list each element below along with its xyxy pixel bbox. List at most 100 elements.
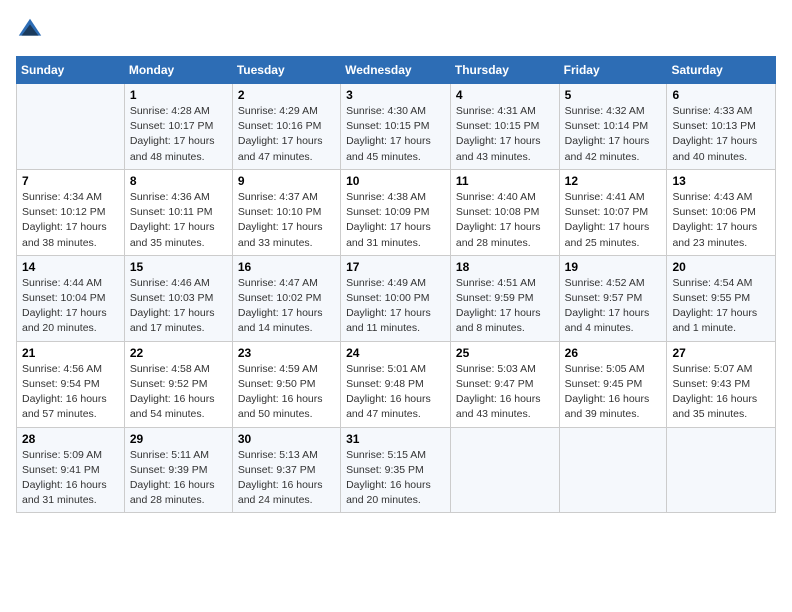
calendar-cell: 9 Sunrise: 4:37 AM Sunset: 10:10 PM Dayli… bbox=[232, 169, 340, 255]
day-info: Sunrise: 4:36 AM Sunset: 10:11 PM Daylig… bbox=[130, 190, 227, 251]
calendar-cell bbox=[559, 427, 667, 513]
day-info: Sunrise: 4:37 AM Sunset: 10:10 PM Daylig… bbox=[238, 190, 335, 251]
calendar-cell: 11 Sunrise: 4:40 AM Sunset: 10:08 PM Dayl… bbox=[450, 169, 559, 255]
day-info: Sunrise: 4:59 AM Sunset: 9:50 PM Dayligh… bbox=[238, 362, 335, 423]
calendar-cell: 24 Sunrise: 5:01 AM Sunset: 9:48 PM Dayli… bbox=[341, 341, 451, 427]
day-number: 22 bbox=[130, 346, 227, 360]
day-number: 25 bbox=[456, 346, 554, 360]
calendar-cell: 30 Sunrise: 5:13 AM Sunset: 9:37 PM Dayli… bbox=[232, 427, 340, 513]
day-number: 24 bbox=[346, 346, 445, 360]
day-number: 13 bbox=[672, 174, 770, 188]
calendar-cell: 7 Sunrise: 4:34 AM Sunset: 10:12 PM Dayli… bbox=[17, 169, 125, 255]
day-number: 2 bbox=[238, 88, 335, 102]
day-number: 27 bbox=[672, 346, 770, 360]
day-number: 29 bbox=[130, 432, 227, 446]
day-info: Sunrise: 4:44 AM Sunset: 10:04 PM Daylig… bbox=[22, 276, 119, 337]
day-info: Sunrise: 4:49 AM Sunset: 10:00 PM Daylig… bbox=[346, 276, 445, 337]
day-number: 1 bbox=[130, 88, 227, 102]
day-info: Sunrise: 4:28 AM Sunset: 10:17 PM Daylig… bbox=[130, 104, 227, 165]
weekday-header: Monday bbox=[124, 57, 232, 84]
day-info: Sunrise: 4:30 AM Sunset: 10:15 PM Daylig… bbox=[346, 104, 445, 165]
day-number: 19 bbox=[565, 260, 662, 274]
day-info: Sunrise: 5:13 AM Sunset: 9:37 PM Dayligh… bbox=[238, 448, 335, 509]
day-number: 12 bbox=[565, 174, 662, 188]
weekday-header-row: SundayMondayTuesdayWednesdayThursdayFrid… bbox=[17, 57, 776, 84]
day-info: Sunrise: 4:46 AM Sunset: 10:03 PM Daylig… bbox=[130, 276, 227, 337]
day-info: Sunrise: 4:41 AM Sunset: 10:07 PM Daylig… bbox=[565, 190, 662, 251]
calendar-cell: 16 Sunrise: 4:47 AM Sunset: 10:02 PM Dayl… bbox=[232, 255, 340, 341]
calendar-cell: 29 Sunrise: 5:11 AM Sunset: 9:39 PM Dayli… bbox=[124, 427, 232, 513]
day-info: Sunrise: 5:01 AM Sunset: 9:48 PM Dayligh… bbox=[346, 362, 445, 423]
day-number: 9 bbox=[238, 174, 335, 188]
calendar-cell: 5 Sunrise: 4:32 AM Sunset: 10:14 PM Dayli… bbox=[559, 84, 667, 170]
weekday-header: Sunday bbox=[17, 57, 125, 84]
weekday-header: Thursday bbox=[450, 57, 559, 84]
calendar-cell bbox=[17, 84, 125, 170]
day-number: 7 bbox=[22, 174, 119, 188]
calendar-cell: 18Sunrise: 4:51 AM Sunset: 9:59 PM Dayli… bbox=[450, 255, 559, 341]
day-number: 10 bbox=[346, 174, 445, 188]
calendar-week-row: 14 Sunrise: 4:44 AM Sunset: 10:04 PM Dayl… bbox=[17, 255, 776, 341]
day-info: Sunrise: 5:09 AM Sunset: 9:41 PM Dayligh… bbox=[22, 448, 119, 509]
day-info: Sunrise: 4:29 AM Sunset: 10:16 PM Daylig… bbox=[238, 104, 335, 165]
day-info: Sunrise: 4:31 AM Sunset: 10:15 PM Daylig… bbox=[456, 104, 554, 165]
calendar-cell: 10 Sunrise: 4:38 AM Sunset: 10:09 PM Dayl… bbox=[341, 169, 451, 255]
day-number: 20 bbox=[672, 260, 770, 274]
calendar-cell: 4 Sunrise: 4:31 AM Sunset: 10:15 PM Dayli… bbox=[450, 84, 559, 170]
calendar-week-row: 1 Sunrise: 4:28 AM Sunset: 10:17 PM Dayli… bbox=[17, 84, 776, 170]
day-number: 16 bbox=[238, 260, 335, 274]
day-info: Sunrise: 4:33 AM Sunset: 10:13 PM Daylig… bbox=[672, 104, 770, 165]
day-number: 5 bbox=[565, 88, 662, 102]
day-info: Sunrise: 5:05 AM Sunset: 9:45 PM Dayligh… bbox=[565, 362, 662, 423]
calendar-cell: 27 Sunrise: 5:07 AM Sunset: 9:43 PM Dayli… bbox=[667, 341, 776, 427]
day-number: 14 bbox=[22, 260, 119, 274]
weekday-header: Wednesday bbox=[341, 57, 451, 84]
calendar-cell: 25Sunrise: 5:03 AM Sunset: 9:47 PM Dayli… bbox=[450, 341, 559, 427]
day-number: 23 bbox=[238, 346, 335, 360]
calendar-cell: 12 Sunrise: 4:41 AM Sunset: 10:07 PM Dayl… bbox=[559, 169, 667, 255]
calendar-cell: 19 Sunrise: 4:52 AM Sunset: 9:57 PM Dayli… bbox=[559, 255, 667, 341]
page-header bbox=[16, 16, 776, 44]
calendar-week-row: 21Sunrise: 4:56 AM Sunset: 9:54 PM Dayli… bbox=[17, 341, 776, 427]
weekday-header: Saturday bbox=[667, 57, 776, 84]
day-info: Sunrise: 4:54 AM Sunset: 9:55 PM Dayligh… bbox=[672, 276, 770, 337]
day-number: 26 bbox=[565, 346, 662, 360]
day-number: 4 bbox=[456, 88, 554, 102]
calendar-table: SundayMondayTuesdayWednesdayThursdayFrid… bbox=[16, 56, 776, 513]
day-info: Sunrise: 4:47 AM Sunset: 10:02 PM Daylig… bbox=[238, 276, 335, 337]
day-number: 31 bbox=[346, 432, 445, 446]
calendar-cell: 20 Sunrise: 4:54 AM Sunset: 9:55 PM Dayli… bbox=[667, 255, 776, 341]
calendar-cell: 17Sunrise: 4:49 AM Sunset: 10:00 PM Dayl… bbox=[341, 255, 451, 341]
day-number: 6 bbox=[672, 88, 770, 102]
day-number: 30 bbox=[238, 432, 335, 446]
calendar-cell: 14 Sunrise: 4:44 AM Sunset: 10:04 PM Dayl… bbox=[17, 255, 125, 341]
calendar-cell: 3 Sunrise: 4:30 AM Sunset: 10:15 PM Dayli… bbox=[341, 84, 451, 170]
calendar-cell bbox=[667, 427, 776, 513]
day-info: Sunrise: 4:32 AM Sunset: 10:14 PM Daylig… bbox=[565, 104, 662, 165]
day-number: 11 bbox=[456, 174, 554, 188]
calendar-cell: 21Sunrise: 4:56 AM Sunset: 9:54 PM Dayli… bbox=[17, 341, 125, 427]
day-info: Sunrise: 4:34 AM Sunset: 10:12 PM Daylig… bbox=[22, 190, 119, 251]
day-number: 18 bbox=[456, 260, 554, 274]
day-info: Sunrise: 5:11 AM Sunset: 9:39 PM Dayligh… bbox=[130, 448, 227, 509]
day-info: Sunrise: 4:58 AM Sunset: 9:52 PM Dayligh… bbox=[130, 362, 227, 423]
calendar-cell bbox=[450, 427, 559, 513]
day-number: 15 bbox=[130, 260, 227, 274]
calendar-cell: 31Sunrise: 5:15 AM Sunset: 9:35 PM Dayli… bbox=[341, 427, 451, 513]
calendar-cell: 6 Sunrise: 4:33 AM Sunset: 10:13 PM Dayli… bbox=[667, 84, 776, 170]
calendar-cell: 2 Sunrise: 4:29 AM Sunset: 10:16 PM Dayli… bbox=[232, 84, 340, 170]
day-info: Sunrise: 4:43 AM Sunset: 10:06 PM Daylig… bbox=[672, 190, 770, 251]
day-info: Sunrise: 4:52 AM Sunset: 9:57 PM Dayligh… bbox=[565, 276, 662, 337]
calendar-cell: 13 Sunrise: 4:43 AM Sunset: 10:06 PM Dayl… bbox=[667, 169, 776, 255]
day-number: 3 bbox=[346, 88, 445, 102]
calendar-cell: 8Sunrise: 4:36 AM Sunset: 10:11 PM Dayli… bbox=[124, 169, 232, 255]
day-info: Sunrise: 4:38 AM Sunset: 10:09 PM Daylig… bbox=[346, 190, 445, 251]
day-number: 28 bbox=[22, 432, 119, 446]
weekday-header: Friday bbox=[559, 57, 667, 84]
calendar-cell: 23 Sunrise: 4:59 AM Sunset: 9:50 PM Dayli… bbox=[232, 341, 340, 427]
day-number: 21 bbox=[22, 346, 119, 360]
logo-icon bbox=[16, 16, 44, 44]
day-info: Sunrise: 4:40 AM Sunset: 10:08 PM Daylig… bbox=[456, 190, 554, 251]
logo bbox=[16, 16, 48, 44]
day-info: Sunrise: 5:07 AM Sunset: 9:43 PM Dayligh… bbox=[672, 362, 770, 423]
